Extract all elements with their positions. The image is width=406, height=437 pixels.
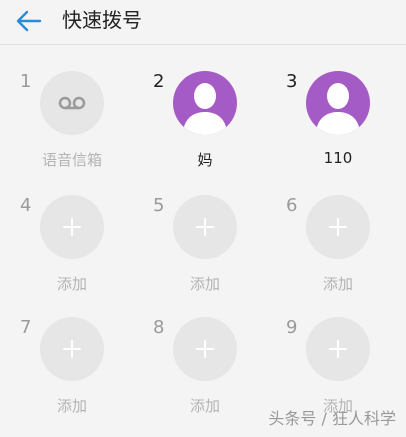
person-avatar-icon <box>183 83 227 135</box>
slot-number: 1 <box>20 71 32 92</box>
plus-icon <box>63 218 81 236</box>
slot-number: 9 <box>286 317 298 338</box>
speed-dial-slot-7[interactable]: 7 添加 <box>0 291 133 415</box>
page-title: 快速拨号 <box>62 8 142 32</box>
speed-dial-slot-8[interactable]: 8 添加 <box>133 291 266 415</box>
plus-icon <box>196 218 214 236</box>
slot-number: 4 <box>20 195 32 216</box>
add-contact-button[interactable] <box>40 317 104 381</box>
back-button[interactable] <box>14 6 44 36</box>
slot-label: 添加 <box>56 397 87 415</box>
add-contact-button[interactable] <box>306 317 370 381</box>
app-header: 快速拨号 <box>0 0 406 45</box>
speed-dial-slot-9[interactable]: 9 添加 <box>266 291 399 415</box>
contact-avatar[interactable] <box>306 71 370 135</box>
watermark: 头条号 / 狂人科学 <box>268 409 396 428</box>
speed-dial-slot-5[interactable]: 5 添加 <box>133 169 266 293</box>
add-contact-button[interactable] <box>306 195 370 259</box>
add-contact-button[interactable] <box>40 195 104 259</box>
slot-number: 6 <box>286 195 298 216</box>
speed-dial-grid: 1 语音信箱 2 妈 3 110 4 添加 5 添加 6 添加 7 添加 8 添… <box>0 45 406 437</box>
slot-label: 添加 <box>189 397 220 415</box>
slot-number: 7 <box>20 317 32 338</box>
voicemail-button[interactable] <box>40 71 104 135</box>
slot-number: 3 <box>286 71 298 92</box>
plus-icon <box>196 340 214 358</box>
slot-number: 5 <box>153 195 165 216</box>
speed-dial-slot-1[interactable]: 1 语音信箱 <box>0 45 133 169</box>
arrow-left-icon <box>16 10 42 32</box>
plus-icon <box>329 218 347 236</box>
speed-dial-slot-3[interactable]: 3 110 <box>266 45 399 167</box>
person-avatar-icon <box>316 83 360 135</box>
plus-icon <box>329 340 347 358</box>
add-contact-button[interactable] <box>173 195 237 259</box>
slot-number: 2 <box>153 71 165 92</box>
slot-label: 110 <box>323 149 353 167</box>
slot-label: 妈 <box>197 151 213 169</box>
speed-dial-slot-6[interactable]: 6 添加 <box>266 169 399 293</box>
slot-number: 8 <box>153 317 165 338</box>
contact-avatar[interactable] <box>173 71 237 135</box>
speed-dial-slot-2[interactable]: 2 妈 <box>133 45 266 169</box>
add-contact-button[interactable] <box>173 317 237 381</box>
voicemail-icon <box>58 96 86 110</box>
slot-label: 语音信箱 <box>41 151 102 169</box>
plus-icon <box>63 340 81 358</box>
speed-dial-slot-4[interactable]: 4 添加 <box>0 169 133 293</box>
